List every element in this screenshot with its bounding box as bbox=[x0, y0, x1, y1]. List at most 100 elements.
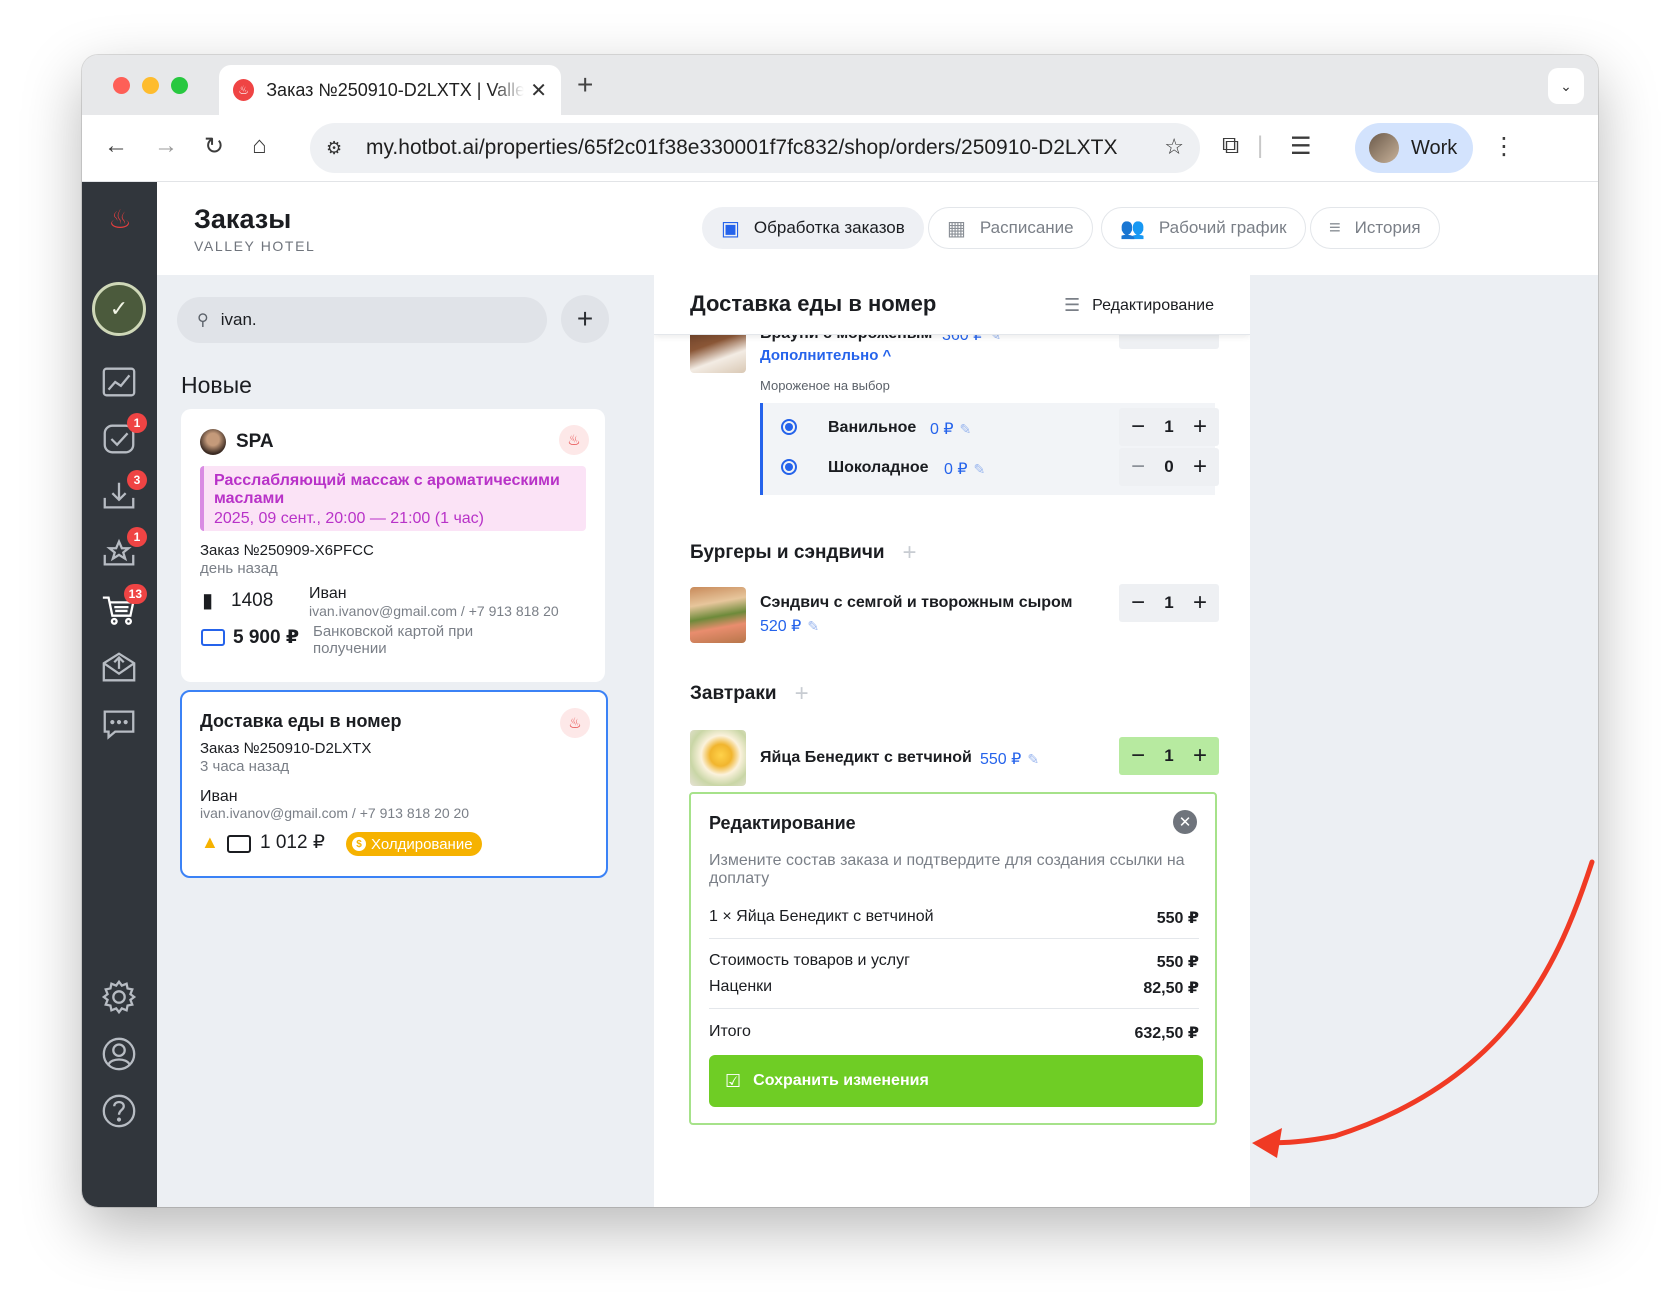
close-window-button[interactable] bbox=[113, 77, 130, 94]
option-quantity-stepper[interactable]: −1 + bbox=[1119, 408, 1219, 446]
tab-close-icon[interactable]: ✕ bbox=[530, 78, 547, 103]
pencil-icon: ✎ bbox=[1027, 751, 1040, 767]
order-card-spa[interactable]: SPA ♨ Расслабляющий массаж с ароматическ… bbox=[181, 409, 605, 682]
qty: 1 bbox=[1164, 746, 1174, 765]
order-age: день назад bbox=[200, 560, 278, 577]
add-order-button[interactable]: + bbox=[561, 295, 609, 343]
category-title: Бургеры и сэндвичи bbox=[690, 542, 885, 563]
item-name: Сэндвич с семгой и творожным сыром bbox=[760, 594, 1073, 611]
add-item-plus-icon[interactable]: + bbox=[795, 680, 809, 708]
reviews-star-tray-icon[interactable]: 1 bbox=[99, 527, 147, 573]
divider bbox=[709, 938, 1199, 939]
quantity-stepper-changed[interactable]: −1 + bbox=[1119, 737, 1219, 775]
line-item-value: 550 ₽ bbox=[1156, 910, 1199, 927]
forward-arrow-icon[interactable]: → bbox=[154, 132, 178, 160]
detail-title: Доставка еды в номер bbox=[690, 291, 937, 316]
tab-history[interactable]: ≡ История bbox=[1310, 207, 1440, 249]
quantity-stepper[interactable]: −1 + bbox=[1119, 584, 1219, 622]
service-box: Расслабляющий массаж с ароматическими ма… bbox=[200, 466, 586, 531]
chat-bubble-icon[interactable] bbox=[99, 704, 139, 744]
card-header: SPA bbox=[200, 429, 274, 455]
staff-icon: 👥 bbox=[1120, 217, 1145, 240]
minus-icon[interactable]: − bbox=[1131, 453, 1145, 481]
service-time: 2025, 09 сент., 20:00 — 21:00 (1 час) bbox=[214, 510, 484, 527]
minus-icon[interactable]: − bbox=[1131, 589, 1145, 617]
tab-work-schedule[interactable]: 👥 Рабочий график bbox=[1101, 207, 1306, 249]
subtotal-value: 550 ₽ bbox=[1156, 954, 1199, 971]
download-tray-icon[interactable]: 3 bbox=[99, 470, 147, 516]
extensions-puzzle-icon[interactable]: ⧉ bbox=[1222, 132, 1239, 160]
tasks-check-icon[interactable]: 1 bbox=[99, 413, 147, 459]
shopping-cart-icon[interactable]: 13 bbox=[99, 584, 147, 630]
qty: 1 bbox=[1164, 593, 1174, 612]
cart-badge: 13 bbox=[123, 584, 147, 604]
site-settings-icon[interactable]: ⚙ bbox=[326, 138, 354, 159]
order-card-room-service[interactable]: Доставка еды в номер ♨ Заказ №250910-D2L… bbox=[180, 690, 608, 878]
reload-icon[interactable]: ↻ bbox=[204, 132, 224, 161]
tab-order-processing[interactable]: ▣ Обработка заказов bbox=[702, 207, 924, 249]
tab-search-chevron-icon[interactable]: ⌄ bbox=[1548, 68, 1584, 104]
browser-menu-kebab-icon[interactable]: ⋮ bbox=[1492, 132, 1516, 161]
plus-icon[interactable]: + bbox=[1193, 742, 1207, 770]
user-profile-icon[interactable] bbox=[99, 1034, 139, 1074]
toolbar-divider: | bbox=[1257, 132, 1264, 159]
property-avatar[interactable]: ✓ bbox=[92, 282, 146, 336]
plus-icon[interactable]: + bbox=[1193, 413, 1207, 441]
bookmark-star-icon[interactable]: ☆ bbox=[1164, 134, 1184, 160]
tab-schedule[interactable]: ▦ Расписание bbox=[928, 207, 1093, 249]
hot-fire-icon: ♨ bbox=[560, 708, 590, 738]
option-radio-vanilla[interactable] bbox=[781, 419, 797, 435]
profile-button[interactable]: Work bbox=[1355, 123, 1473, 173]
settings-gear-icon[interactable] bbox=[99, 977, 139, 1017]
option-radio-chocolate[interactable] bbox=[781, 459, 797, 475]
option-price[interactable]: 0 ₽ ✎ bbox=[930, 419, 971, 439]
edit-line-item: 1 × Яйца Бенедикт с ветчиной 550 ₽ bbox=[709, 908, 1199, 928]
order-number: Заказ №250909-X6PFCC bbox=[200, 542, 374, 559]
item-name: Яйца Бенедикт с ветчиной bbox=[760, 749, 972, 766]
analytics-icon[interactable] bbox=[99, 362, 139, 402]
customer-contact: ivan.ivanov@gmail.com / +7 913 818 20 20 bbox=[200, 805, 470, 821]
plus-icon[interactable]: + bbox=[1193, 453, 1207, 481]
order-detail-panel: Доставка еды в номер ☰ Редактирование Бр… bbox=[654, 275, 1250, 1207]
door-icon: ▮ bbox=[202, 590, 214, 612]
order-age: 3 часа назад bbox=[200, 758, 290, 775]
divider bbox=[709, 1008, 1199, 1009]
home-icon[interactable]: ⌂ bbox=[252, 132, 267, 160]
url-text: my.hotbot.ai/properties/65f2c01f38e33000… bbox=[366, 136, 1118, 159]
subtotal-label: Стоимость товаров и услуг bbox=[709, 952, 910, 969]
option-group: Ванильное 0 ₽ ✎ −1 + Шоколадное 0 ₽ ✎ −0 + bbox=[760, 403, 1219, 495]
extra-toggle-link[interactable]: Дополнительно ^ bbox=[760, 347, 891, 364]
add-item-plus-icon[interactable]: + bbox=[903, 539, 917, 567]
minimize-window-button[interactable] bbox=[142, 77, 159, 94]
item-price[interactable]: 520 ₽ ✎ bbox=[760, 616, 819, 636]
browser-tab-active[interactable]: ♨ Заказ №250910-D2LXTX | Valley Hotel ✕ bbox=[219, 65, 561, 115]
minus-icon[interactable]: − bbox=[1131, 413, 1145, 441]
option-name: Ванильное bbox=[828, 419, 917, 436]
qty: 1 bbox=[1164, 417, 1174, 436]
option-quantity-stepper[interactable]: −0 + bbox=[1119, 448, 1219, 486]
eggs-benedict-thumbnail bbox=[690, 730, 746, 786]
option-price[interactable]: 0 ₽ ✎ bbox=[944, 459, 985, 479]
hotbot-logo-icon[interactable]: ♨ bbox=[104, 204, 136, 238]
minus-icon[interactable]: − bbox=[1131, 742, 1145, 770]
tab-title: Заказ №250910-D2LXTX | Valley Hotel bbox=[266, 79, 525, 100]
page-header: Заказы VALLEY HOTEL ▣ Обработка заказов … bbox=[157, 182, 1598, 275]
new-tab-button[interactable]: + bbox=[577, 69, 593, 101]
order-search-input[interactable]: ⚲ ivan. bbox=[177, 297, 547, 343]
help-question-icon[interactable] bbox=[99, 1091, 139, 1131]
back-arrow-icon[interactable]: ← bbox=[104, 132, 128, 160]
close-edit-icon[interactable]: ✕ bbox=[1173, 810, 1197, 834]
customer-name: Иван bbox=[309, 585, 347, 602]
markup-value: 82,50 ₽ bbox=[1143, 980, 1199, 997]
save-changes-button[interactable]: ☑ Сохранить изменения bbox=[709, 1055, 1203, 1107]
plus-icon[interactable]: + bbox=[1193, 589, 1207, 617]
mail-outbox-icon[interactable] bbox=[99, 647, 139, 687]
reading-list-icon[interactable]: ☰ bbox=[1290, 132, 1312, 161]
item-price[interactable]: 550 ₽ ✎ bbox=[980, 749, 1039, 769]
card-title: SPA bbox=[236, 431, 274, 452]
browser-toolbar: ← → ↻ ⌂ ⚙ my.hotbot.ai/properties/65f2c0… bbox=[82, 115, 1598, 182]
address-bar[interactable]: ⚙ my.hotbot.ai/properties/65f2c01f38e330… bbox=[310, 123, 1200, 173]
tab-bar: ♨ Заказ №250910-D2LXTX | Valley Hotel ✕ … bbox=[82, 55, 1598, 115]
edit-order-button[interactable]: ☰ Редактирование bbox=[1064, 295, 1214, 316]
zoom-window-button[interactable] bbox=[171, 77, 188, 94]
